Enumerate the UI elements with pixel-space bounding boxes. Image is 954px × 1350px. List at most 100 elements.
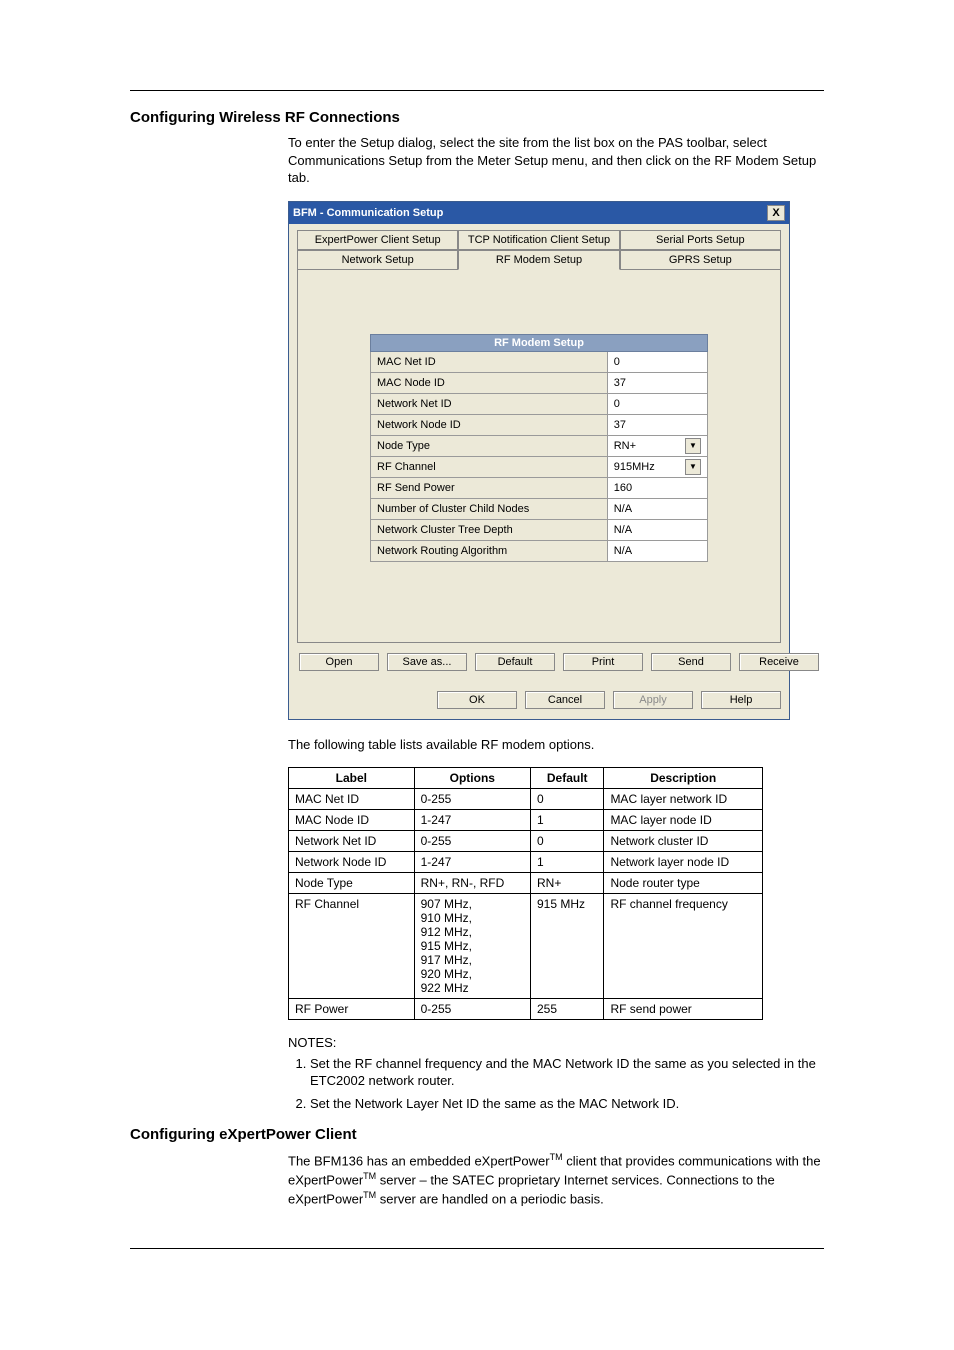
rf-row-label: RF Send Power [371,477,608,498]
opts-label: MAC Node ID [289,810,415,831]
opts-default: 0 [530,789,603,810]
table-row: Network Node ID1-2471Network layer node … [289,852,763,873]
table-row: RF Channel915MHz▼ [371,456,708,477]
opts-desc: RF send power [604,999,763,1020]
tab-rf-modem-setup[interactable]: RF Modem Setup [458,250,619,270]
table-row: Network Net ID0-2550Network cluster ID [289,831,763,852]
open-button[interactable]: Open [299,653,379,671]
opts-label: Network Node ID [289,852,415,873]
notes-list: Set the RF channel frequency and the MAC… [288,1056,824,1113]
tab-gprs-setup[interactable]: GPRS Setup [620,250,781,270]
table-row: RF Channel907 MHz, 910 MHz, 912 MHz, 915… [289,894,763,999]
opts-default: 1 [530,852,603,873]
print-button[interactable]: Print [563,653,643,671]
opts-header: Default [530,768,603,789]
apply-button: Apply [613,691,693,709]
table-row: Node TypeRN+▼ [371,435,708,456]
table-row: RF Power0-255255RF send power [289,999,763,1020]
dialog-title: BFM - Communication Setup [293,207,443,219]
rf-row-label: RF Channel [371,456,608,477]
list-item: Set the Network Layer Net ID the same as… [310,1096,824,1113]
opts-desc: MAC layer network ID [604,789,763,810]
opts-desc: Network layer node ID [604,852,763,873]
opts-desc: Node router type [604,873,763,894]
tab-expertpower-client-setup[interactable]: ExpertPower Client Setup [297,230,458,250]
cancel-button[interactable]: Cancel [525,691,605,709]
tab-serial-ports-setup[interactable]: Serial Ports Setup [620,230,781,250]
rf-row-value[interactable]: N/A [607,540,707,561]
opts-options: 0-255 [414,999,530,1020]
table-row: Network Cluster Tree DepthN/A [371,519,708,540]
table-row: MAC Net ID0-2550MAC layer network ID [289,789,763,810]
list-item: Set the RF channel frequency and the MAC… [310,1056,824,1090]
opts-options: 1-247 [414,810,530,831]
opts-desc: RF channel frequency [604,894,763,999]
receive-button[interactable]: Receive [739,653,819,671]
opts-label: RF Power [289,999,415,1020]
opts-default: 1 [530,810,603,831]
help-button[interactable]: Help [701,691,781,709]
section-heading-rf: Configuring Wireless RF Connections [130,109,824,126]
rf-row-value[interactable]: N/A [607,519,707,540]
opts-desc: MAC layer node ID [604,810,763,831]
rf-row-value[interactable]: N/A [607,498,707,519]
rf-options-table: LabelOptionsDefaultDescription MAC Net I… [288,767,763,1020]
opts-default: 0 [530,831,603,852]
rf-row-value[interactable]: 37 [607,372,707,393]
opts-label: Network Net ID [289,831,415,852]
opts-header: Label [289,768,415,789]
table-row: Network Node ID37 [371,414,708,435]
section-heading-expertpower: Configuring eXpertPower Client [130,1126,824,1143]
opts-default: 255 [530,999,603,1020]
rf-row-label: Number of Cluster Child Nodes [371,498,608,519]
post-dialog-text: The following table lists available RF m… [288,736,824,754]
opts-default: 915 MHz [530,894,603,999]
opts-options: RN+, RN-, RFD [414,873,530,894]
close-icon[interactable]: X [767,205,785,221]
rf-row-value[interactable]: RN+▼ [607,435,707,456]
send-button[interactable]: Send [651,653,731,671]
opts-options: 907 MHz, 910 MHz, 912 MHz, 915 MHz, 917 … [414,894,530,999]
opts-options: 0-255 [414,831,530,852]
table-row: MAC Node ID1-2471MAC layer node ID [289,810,763,831]
ok-button[interactable]: OK [437,691,517,709]
section1-body: To enter the Setup dialog, select the si… [288,134,824,187]
tab-network-setup[interactable]: Network Setup [297,250,458,270]
rf-row-label: Network Cluster Tree Depth [371,519,608,540]
chevron-down-icon[interactable]: ▼ [685,459,701,475]
communication-setup-dialog: BFM - Communication Setup X ExpertPower … [288,201,790,720]
rf-row-label: Network Net ID [371,393,608,414]
chevron-down-icon[interactable]: ▼ [685,438,701,454]
save-as--button[interactable]: Save as... [387,653,467,671]
table-row: RF Send Power160 [371,477,708,498]
rf-row-label: MAC Net ID [371,351,608,372]
tab-tcp-notification-client-setup[interactable]: TCP Notification Client Setup [458,230,619,250]
table-row: Node TypeRN+, RN-, RFDRN+Node router typ… [289,873,763,894]
rf-row-label: MAC Node ID [371,372,608,393]
table-row: MAC Node ID37 [371,372,708,393]
table-row: Number of Cluster Child NodesN/A [371,498,708,519]
rf-modem-setup-table: RF Modem Setup MAC Net ID0MAC Node ID37N… [370,334,708,562]
rf-row-value[interactable]: 0 [607,351,707,372]
opts-default: RN+ [530,873,603,894]
table-row: Network Routing AlgorithmN/A [371,540,708,561]
section2-body: The BFM136 has an embedded eXpertPowerTM… [288,1151,824,1208]
rf-row-label: Network Routing Algorithm [371,540,608,561]
opts-label: MAC Net ID [289,789,415,810]
rf-row-value[interactable]: 0 [607,393,707,414]
opts-options: 1-247 [414,852,530,873]
opts-desc: Network cluster ID [604,831,763,852]
opts-label: Node Type [289,873,415,894]
table-row: Network Net ID0 [371,393,708,414]
opts-options: 0-255 [414,789,530,810]
opts-header: Options [414,768,530,789]
notes-label: NOTES: [288,1034,824,1052]
rf-row-value[interactable]: 37 [607,414,707,435]
rf-row-value[interactable]: 915MHz▼ [607,456,707,477]
default-button[interactable]: Default [475,653,555,671]
opts-label: RF Channel [289,894,415,999]
table-row: MAC Net ID0 [371,351,708,372]
opts-header: Description [604,768,763,789]
rf-row-value[interactable]: 160 [607,477,707,498]
rf-table-header: RF Modem Setup [371,334,708,351]
